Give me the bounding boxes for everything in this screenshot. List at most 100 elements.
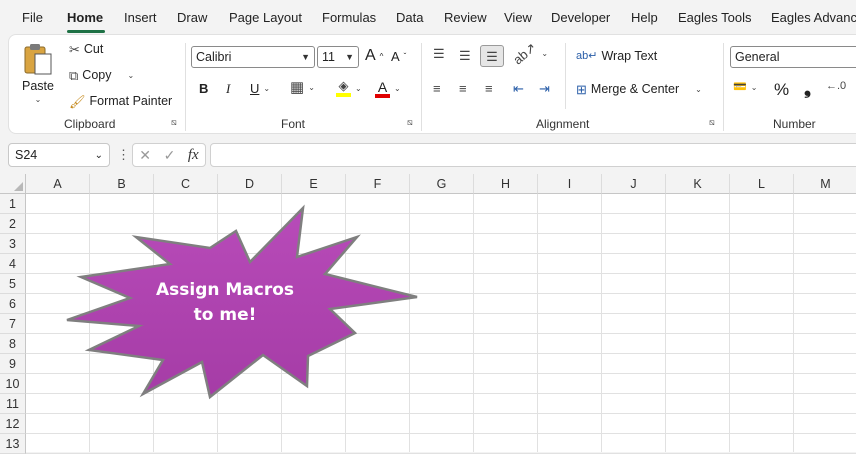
- row-header[interactable]: 5: [0, 274, 26, 294]
- format-painter-label: Format Painter: [89, 94, 173, 108]
- underline-button[interactable]: U ⌄: [250, 81, 270, 96]
- align-left-button[interactable]: ≡: [433, 82, 441, 95]
- tab-formulas[interactable]: Formulas: [322, 10, 376, 25]
- paste-dropdown-icon[interactable]: ⌄: [35, 95, 42, 104]
- font-name-select[interactable]: Calibri ▼: [191, 46, 315, 68]
- fill-color-button[interactable]: ◈ ⌄: [336, 79, 362, 97]
- tab-data[interactable]: Data: [396, 10, 423, 25]
- tab-eagles-advanced[interactable]: Eagles Advanc: [771, 10, 856, 25]
- row-header[interactable]: 6: [0, 294, 26, 314]
- column-header[interactable]: L: [730, 174, 794, 194]
- decrease-font-button[interactable]: Aˇ: [391, 49, 406, 64]
- tab-draw[interactable]: Draw: [177, 10, 207, 25]
- row-header[interactable]: 2: [0, 214, 26, 234]
- column-header[interactable]: B: [90, 174, 154, 194]
- column-header[interactable]: M: [794, 174, 856, 194]
- select-all-corner[interactable]: [0, 174, 26, 194]
- column-header[interactable]: A: [26, 174, 90, 194]
- row-header[interactable]: 10: [0, 374, 26, 394]
- paste-button[interactable]: Paste ⌄: [21, 41, 55, 104]
- tab-view[interactable]: View: [504, 10, 532, 25]
- align-center-icon: ≡: [459, 81, 467, 96]
- column-header[interactable]: F: [346, 174, 410, 194]
- bold-button[interactable]: B: [199, 81, 208, 96]
- font-color-dropdown-icon[interactable]: ⌄: [394, 84, 401, 93]
- accounting-format-button[interactable]: 💳 ⌄: [733, 82, 757, 93]
- cut-button[interactable]: ✂ Cut: [69, 42, 103, 56]
- increase-font-button[interactable]: A ^: [365, 47, 383, 65]
- tab-file[interactable]: File: [22, 10, 43, 25]
- enter-icon[interactable]: ✓: [164, 147, 176, 164]
- font-size-select[interactable]: 11 ▼: [317, 46, 359, 68]
- decrease-indent-button[interactable]: ⇤: [513, 82, 524, 95]
- column-header[interactable]: E: [282, 174, 346, 194]
- row-header[interactable]: 12: [0, 414, 26, 434]
- orientation-button[interactable]: ab↗ ⌄: [510, 40, 548, 68]
- orientation-dropdown-icon[interactable]: ⌄: [541, 49, 548, 58]
- font-color-button[interactable]: A ⌄: [375, 79, 401, 98]
- copy-icon: ⧉: [69, 67, 79, 83]
- format-painter-button[interactable]: 🖌 Format Painter: [69, 94, 172, 108]
- copy-button[interactable]: ⧉ Copy ⌄: [69, 68, 134, 82]
- fill-dropdown-icon[interactable]: ⌄: [355, 84, 362, 93]
- align-middle-icon: ☰: [459, 48, 471, 63]
- merge-center-button[interactable]: ⊞ Merge & Center ⌄: [576, 82, 702, 96]
- align-middle-button[interactable]: ☰: [459, 49, 471, 62]
- accounting-dropdown-icon[interactable]: ⌄: [751, 83, 758, 92]
- align-right-button[interactable]: ≡: [485, 82, 493, 95]
- row-header[interactable]: 7: [0, 314, 26, 334]
- number-format-select[interactable]: General: [730, 46, 856, 68]
- column-header[interactable]: J: [602, 174, 666, 194]
- percent-button[interactable]: %: [774, 80, 789, 100]
- align-bottom-icon: ☰: [486, 48, 498, 64]
- tab-insert[interactable]: Insert: [124, 10, 157, 25]
- column-header[interactable]: C: [154, 174, 218, 194]
- underline-dropdown-icon[interactable]: ⌄: [263, 84, 270, 93]
- number-group-label: Number: [773, 117, 816, 131]
- clipboard-launcher-icon[interactable]: ⧅: [171, 117, 177, 128]
- row-header[interactable]: 8: [0, 334, 26, 354]
- tab-help[interactable]: Help: [631, 10, 658, 25]
- row-header[interactable]: 9: [0, 354, 26, 374]
- more-options-icon[interactable]: ⋮: [117, 147, 130, 163]
- insert-function-icon[interactable]: fx: [188, 147, 199, 164]
- column-header[interactable]: K: [666, 174, 730, 194]
- italic-button[interactable]: I: [226, 81, 230, 97]
- divider: [723, 43, 724, 131]
- tab-developer[interactable]: Developer: [551, 10, 610, 25]
- tab-eagles-tools[interactable]: Eagles Tools: [678, 10, 751, 25]
- cancel-icon[interactable]: ✕: [139, 147, 151, 164]
- tab-review[interactable]: Review: [444, 10, 487, 25]
- row-header[interactable]: 13: [0, 434, 26, 454]
- font-size-value: 11: [322, 50, 335, 64]
- borders-button[interactable]: ▦ ⌄: [290, 80, 315, 95]
- increase-indent-button[interactable]: ⇥: [539, 82, 550, 95]
- align-top-button[interactable]: ☰: [433, 47, 445, 60]
- row-header[interactable]: 4: [0, 254, 26, 274]
- alignment-launcher-icon[interactable]: ⧅: [709, 117, 715, 128]
- borders-dropdown-icon[interactable]: ⌄: [308, 83, 315, 92]
- column-header[interactable]: H: [474, 174, 538, 194]
- row-header[interactable]: 3: [0, 234, 26, 254]
- name-box[interactable]: S24 ⌄: [8, 143, 110, 167]
- tab-page-layout[interactable]: Page Layout: [229, 10, 302, 25]
- align-center-button[interactable]: ≡: [459, 82, 467, 95]
- font-launcher-icon[interactable]: ⧅: [407, 117, 413, 128]
- shape-text[interactable]: Assign Macros to me!: [150, 278, 300, 328]
- increase-indent-icon: ⇥: [539, 81, 550, 96]
- formula-input[interactable]: [210, 143, 856, 167]
- spreadsheet-grid: ABCDEFGHIJKLM 1 2 3 4 5 6 7 8 9 10 11 12 13 Assign M…: [0, 174, 856, 454]
- merge-dropdown-icon[interactable]: ⌄: [695, 85, 702, 94]
- increase-decimal-button[interactable]: ←.0: [826, 81, 846, 92]
- wrap-text-button[interactable]: ab↵ Wrap Text: [576, 49, 657, 63]
- tab-home[interactable]: Home: [67, 10, 103, 25]
- column-header[interactable]: I: [538, 174, 602, 194]
- row-header[interactable]: 1: [0, 194, 26, 214]
- align-left-icon: ≡: [433, 81, 441, 96]
- copy-dropdown-icon[interactable]: ⌄: [127, 71, 134, 80]
- column-header[interactable]: G: [410, 174, 474, 194]
- column-header[interactable]: D: [218, 174, 282, 194]
- align-bottom-button[interactable]: ☰: [480, 45, 504, 67]
- row-header[interactable]: 11: [0, 394, 26, 414]
- comma-style-button[interactable]: ❟: [804, 78, 811, 99]
